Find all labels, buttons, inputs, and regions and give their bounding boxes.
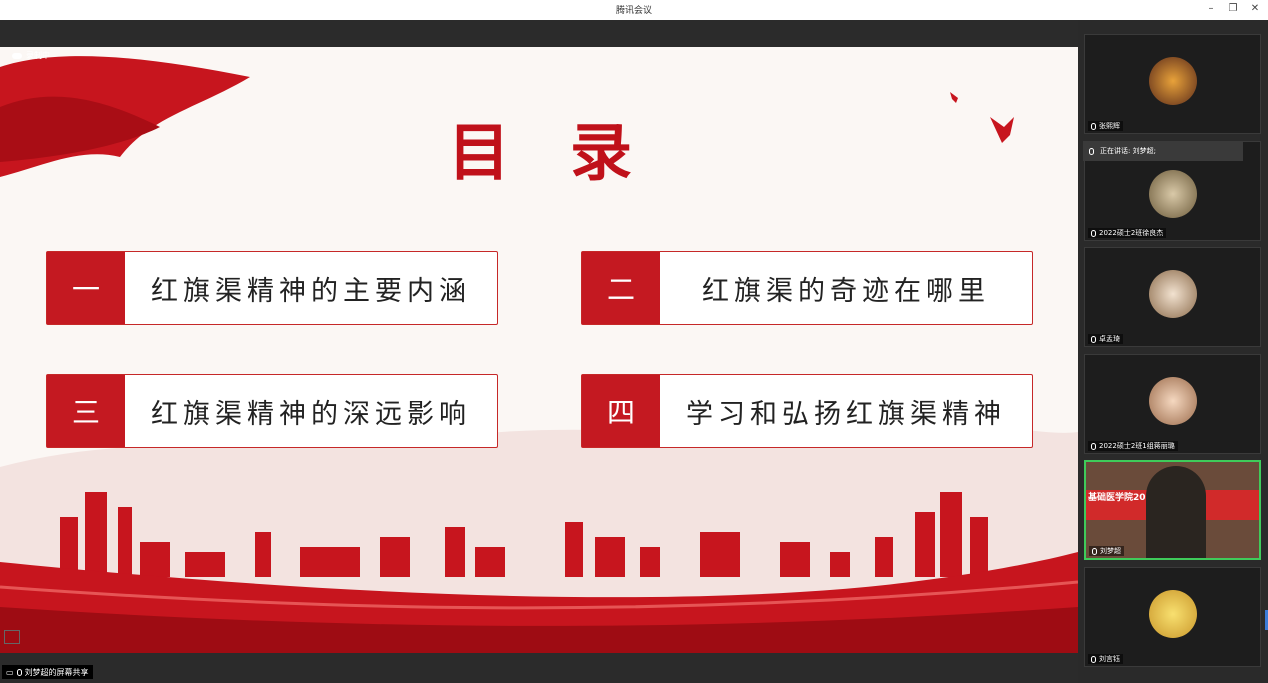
toc-item-number: 一 — [47, 252, 125, 324]
mic-icon — [1089, 147, 1094, 155]
avatar — [1149, 57, 1197, 105]
toc-item-number: 二 — [582, 252, 660, 324]
participant-name: 刘言钰 — [1088, 654, 1123, 664]
window-title: 腾讯会议 — [615, 6, 652, 16]
toc-item-label: 学习和弘扬红旗渠精神 — [686, 398, 1006, 430]
toc-item-label: 红旗渠的奇迹在哪里 — [702, 275, 990, 307]
participant-name: 张熙辉 — [1088, 121, 1123, 131]
avatar — [1149, 590, 1197, 638]
avatar — [1149, 377, 1197, 425]
avatar — [1149, 170, 1197, 218]
mic-icon — [16, 668, 22, 676]
participant-tile[interactable]: 卓孟琦 — [1084, 247, 1261, 347]
mic-icon — [1091, 442, 1096, 450]
toc-item-label: 红旗渠精神的主要内涵 — [151, 275, 471, 307]
screen-icon: ▭ — [6, 667, 14, 677]
toc-item-3: 三 红旗渠精神的深远影响 — [46, 374, 498, 448]
share-label-text: 刘梦超的屏幕共享 — [24, 667, 89, 677]
toc-item-label: 红旗渠精神的深远影响 — [151, 398, 471, 430]
participants-sidebar: 张熙辉 2022硕士2班徐良杰 正在讲话: 刘梦超; 卓孟琦 2022硕士2班1… — [1078, 20, 1268, 683]
cloud-icon — [12, 52, 22, 59]
participant-tile[interactable]: 2022硕士2班1组蒋丽璐 — [1084, 354, 1261, 454]
participant-tile[interactable]: 刘言钰 — [1084, 567, 1261, 667]
presentation-slide: 录制中 目录 一 红旗渠精神的主要内涵 二 红旗渠的奇迹在哪里 三 红旗渠精神的… — [0, 47, 1078, 653]
restore-icon[interactable]: ❐ — [1226, 2, 1240, 16]
toc-item-4: 四 学习和弘扬红旗渠精神 — [581, 374, 1033, 448]
stage-bottom-bar: ▭ 刘梦超的屏幕共享 — [0, 653, 1078, 683]
screen-share-label: ▭ 刘梦超的屏幕共享 — [2, 665, 93, 679]
minimize-icon[interactable]: – — [1204, 2, 1218, 16]
mic-icon — [1091, 335, 1096, 343]
slide-title: 目录 — [448, 116, 693, 189]
toc-item-1: 一 红旗渠精神的主要内涵 — [46, 251, 498, 325]
participant-tile-active[interactable]: 基础医学院20 研究生第六期 刘梦超 — [1084, 460, 1261, 560]
participant-name: 刘梦超 — [1089, 546, 1124, 556]
toc-item-2: 二 红旗渠的奇迹在哪里 — [581, 251, 1033, 325]
participant-name: 2022硕士2班1组蒋丽璐 — [1088, 441, 1178, 451]
toc-item-number: 四 — [582, 375, 660, 447]
participant-name: 2022硕士2班徐良杰 — [1088, 228, 1167, 238]
mic-icon — [1091, 229, 1096, 237]
speaking-label: 正在讲话: 刘梦超; — [1100, 147, 1156, 155]
mic-icon — [1091, 122, 1096, 130]
close-icon[interactable]: ✕ — [1248, 2, 1262, 16]
recording-indicator: 录制中 — [12, 50, 50, 61]
shared-screen-stage: 录制中 目录 一 红旗渠精神的主要内涵 二 红旗渠的奇迹在哪里 三 红旗渠精神的… — [0, 20, 1078, 683]
participant-name: 卓孟琦 — [1088, 334, 1123, 344]
speaking-indicator: 正在讲话: 刘梦超; — [1083, 141, 1243, 161]
toc-item-number: 三 — [47, 375, 125, 447]
mic-icon — [1091, 655, 1096, 663]
video-person — [1146, 466, 1206, 558]
recording-label: 录制中 — [26, 51, 50, 60]
list-icon[interactable] — [4, 630, 20, 644]
participant-tile[interactable]: 张熙辉 — [1084, 34, 1261, 134]
avatar — [1149, 270, 1197, 318]
window-titlebar: 腾讯会议 – ❐ ✕ — [0, 0, 1268, 20]
stage-topbar — [0, 20, 1078, 47]
mic-icon — [1092, 547, 1097, 555]
